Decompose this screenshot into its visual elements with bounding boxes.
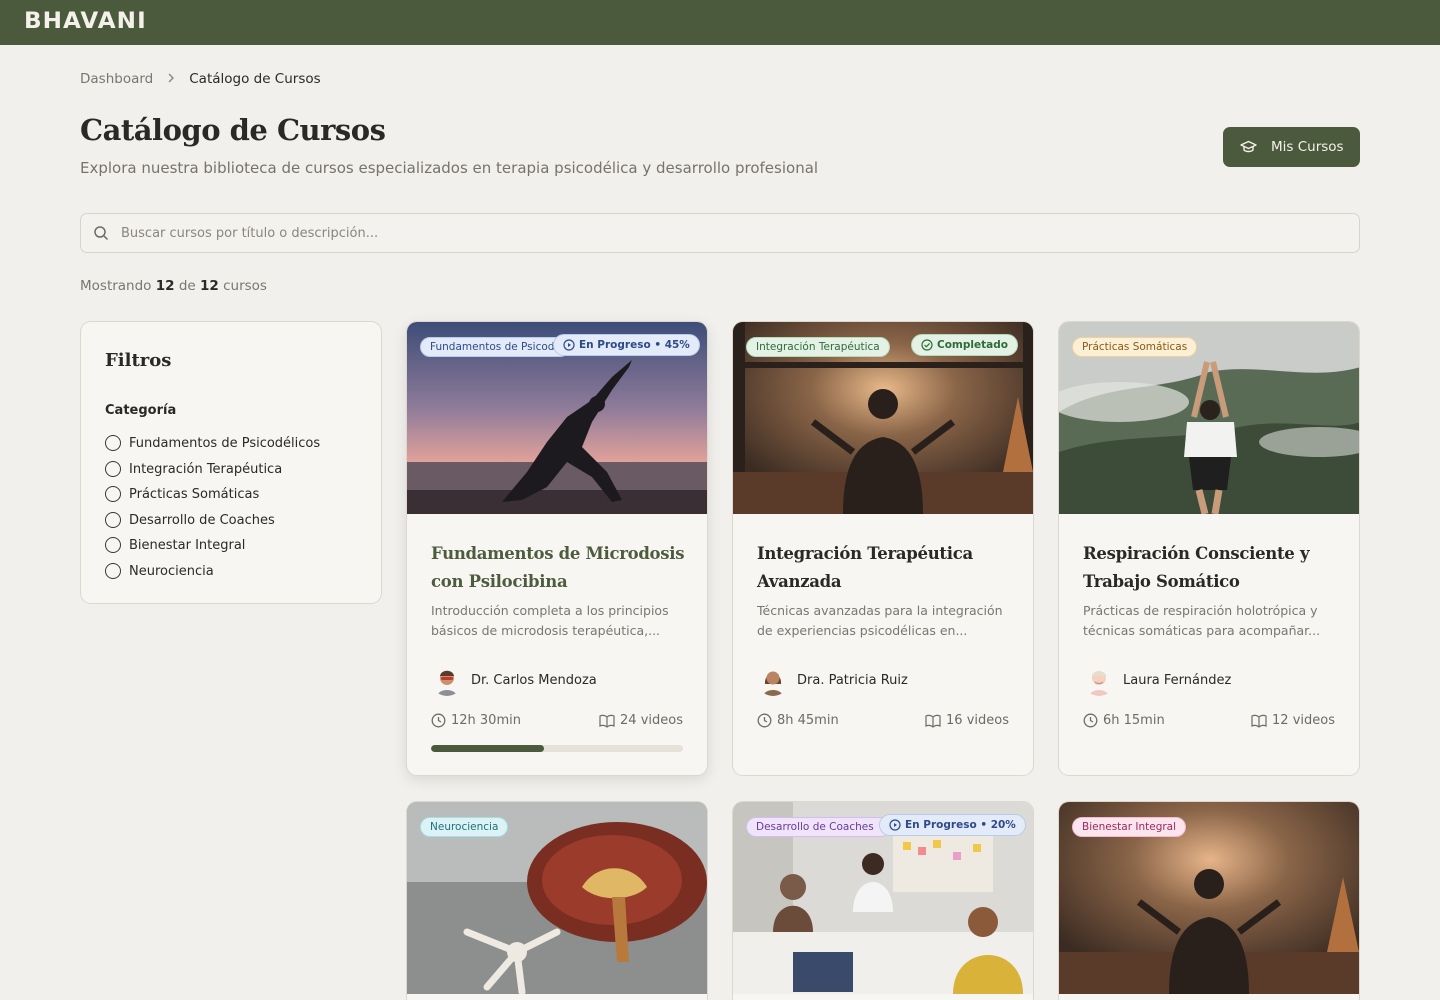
course-title[interactable]: Respiración Consciente y Trabajo Somátic…: [1083, 540, 1338, 596]
brand-logo[interactable]: BHAVANI: [24, 9, 147, 34]
breadcrumb-current: Catálogo de Cursos: [189, 71, 321, 87]
status-text: Completado: [937, 339, 1008, 351]
category-badge: Neurociencia: [420, 817, 509, 837]
results-prefix: Mostrando: [80, 278, 152, 294]
radio-button[interactable]: [105, 435, 121, 451]
status-text: En Progreso • 45%: [579, 339, 690, 351]
results-count: Mostrando 12 de 12 cursos: [80, 278, 267, 294]
breadcrumb-dashboard-link[interactable]: Dashboard: [80, 71, 153, 87]
results-suffix: cursos: [223, 278, 267, 294]
filter-option-bienestar[interactable]: Bienestar Integral: [105, 535, 245, 555]
filter-option-label: Prácticas Somáticas: [129, 486, 260, 502]
breadcrumb: Dashboard Catálogo de Cursos: [80, 70, 321, 88]
course-card[interactable]: Integración Terapéutica Completado Integ…: [732, 321, 1034, 776]
search-input[interactable]: Buscar cursos por título o descripción..…: [80, 213, 1360, 253]
page-title: Catálogo de Cursos: [80, 113, 386, 147]
status-text: En Progreso • 20%: [905, 819, 1016, 831]
duration-text: 6h 15min: [1103, 713, 1165, 728]
avatar: [431, 664, 463, 696]
course-title[interactable]: Fundamentos de Microdosis con Psilocibin…: [431, 540, 686, 596]
filter-option-label: Fundamentos de Psicodélicos: [129, 435, 321, 451]
instructor: Laura Fernández: [1083, 664, 1231, 696]
check-circle-icon: [921, 339, 933, 351]
top-bar: BHAVANI: [0, 0, 1440, 45]
page-subtitle: Explora nuestra biblioteca de cursos esp…: [80, 159, 819, 177]
radio-button[interactable]: [105, 563, 121, 579]
status-badge: En Progreso • 20%: [879, 814, 1026, 836]
filter-option-fundamentos[interactable]: Fundamentos de Psicodélicos: [105, 433, 320, 453]
course-videos: 16 videos: [925, 713, 1009, 728]
progress-fill: [431, 745, 545, 752]
clock-icon: [1083, 713, 1098, 728]
course-card[interactable]: Prácticas Somáticas Respiración Conscien…: [1058, 321, 1360, 776]
radio-button[interactable]: [105, 537, 121, 553]
filter-option-label: Desarrollo de Coaches: [129, 512, 275, 528]
book-open-icon: [1251, 714, 1267, 728]
results-middle: de: [178, 278, 196, 294]
instructor: Dra. Patricia Ruiz: [757, 664, 908, 696]
course-videos: 24 videos: [599, 713, 683, 728]
play-circle-icon: [563, 339, 575, 351]
filter-option-label: Bienestar Integral: [129, 537, 246, 553]
course-description: Introducción completa a los principios b…: [431, 603, 669, 638]
my-courses-label: Mis Cursos: [1271, 139, 1344, 155]
videos-text: 16 videos: [946, 713, 1009, 728]
course-card[interactable]: Bienestar Integral: [1058, 801, 1360, 1000]
graduation-cap-icon: [1240, 140, 1257, 153]
results-total: 12: [200, 278, 219, 294]
status-badge: En Progreso • 45%: [553, 334, 700, 356]
course-card[interactable]: Neurociencia: [406, 801, 708, 1000]
radio-button[interactable]: [105, 486, 121, 502]
my-courses-button[interactable]: Mis Cursos: [1223, 127, 1360, 167]
filter-option-label: Integración Terapéutica: [129, 461, 283, 477]
progress-bar: [431, 745, 683, 752]
course-videos: 12 videos: [1251, 713, 1335, 728]
filter-option-coaches[interactable]: Desarrollo de Coaches: [105, 510, 275, 530]
filter-option-label: Neurociencia: [129, 563, 214, 579]
search-icon: [94, 226, 109, 241]
category-badge: Prácticas Somáticas: [1072, 337, 1198, 357]
category-badge: Desarrollo de Coaches: [746, 817, 891, 837]
play-circle-icon: [889, 819, 901, 831]
filter-option-integracion[interactable]: Integración Terapéutica: [105, 459, 282, 479]
course-duration: 6h 15min: [1083, 713, 1165, 728]
avatar: [1083, 664, 1115, 696]
filters-title: Filtros: [105, 350, 172, 371]
book-open-icon: [925, 714, 941, 728]
filters-panel: Filtros Categoría Fundamentos de Psicodé…: [80, 321, 382, 604]
chevron-right-icon: [167, 72, 175, 86]
clock-icon: [757, 713, 772, 728]
radio-button[interactable]: [105, 461, 121, 477]
duration-text: 8h 45min: [777, 713, 839, 728]
filter-option-neurociencia[interactable]: Neurociencia: [105, 561, 214, 581]
results-shown: 12: [155, 278, 175, 294]
book-open-icon: [599, 714, 615, 728]
instructor-name: Dra. Patricia Ruiz: [797, 672, 908, 688]
category-label: Categoría: [105, 403, 177, 418]
videos-text: 24 videos: [620, 713, 683, 728]
course-card[interactable]: Fundamentos de Psicodélicos En Progreso …: [406, 321, 708, 776]
avatar: [757, 664, 789, 696]
category-badge: Integración Terapéutica: [746, 337, 890, 357]
radio-button[interactable]: [105, 512, 121, 528]
category-badge: Bienestar Integral: [1072, 817, 1187, 837]
instructor-name: Dr. Carlos Mendoza: [471, 672, 597, 688]
filter-option-practicas[interactable]: Prácticas Somáticas: [105, 484, 259, 504]
course-duration: 8h 45min: [757, 713, 839, 728]
clock-icon: [431, 713, 446, 728]
search-placeholder: Buscar cursos por título o descripción..…: [121, 225, 379, 241]
course-description: Prácticas de respiración holotrópica y t…: [1083, 603, 1321, 638]
status-badge: Completado: [911, 334, 1018, 356]
instructor-name: Laura Fernández: [1123, 672, 1232, 688]
videos-text: 12 videos: [1272, 713, 1335, 728]
instructor: Dr. Carlos Mendoza: [431, 664, 597, 696]
course-title[interactable]: Integración Terapéutica Avanzada: [757, 540, 1012, 596]
course-duration: 12h 30min: [431, 713, 521, 728]
category-badge: Fundamentos de Psicodélicos: [420, 337, 570, 357]
duration-text: 12h 30min: [451, 713, 521, 728]
course-card[interactable]: Desarrollo de Coaches En Progreso • 20%: [732, 801, 1034, 1000]
course-description: Técnicas avanzadas para la integración d…: [757, 603, 1003, 638]
